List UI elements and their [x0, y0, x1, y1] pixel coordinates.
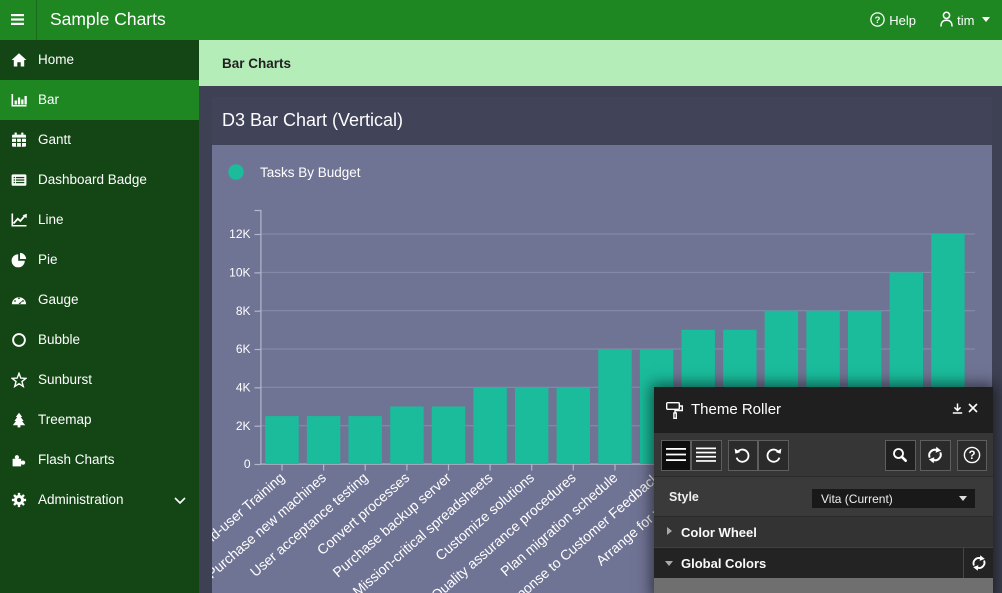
svg-text:?: ?	[875, 15, 881, 26]
svg-text:4K: 4K	[235, 381, 250, 395]
svg-text:12K: 12K	[229, 227, 250, 241]
svg-text:10K: 10K	[229, 266, 250, 280]
svg-text:Tasks By Budget: Tasks By Budget	[260, 165, 361, 180]
svg-text:0: 0	[243, 457, 250, 471]
svg-text:?: ?	[968, 450, 975, 462]
svg-text:6K: 6K	[235, 342, 250, 356]
svg-text:2K: 2K	[235, 419, 250, 433]
svg-text:8K: 8K	[235, 304, 250, 318]
